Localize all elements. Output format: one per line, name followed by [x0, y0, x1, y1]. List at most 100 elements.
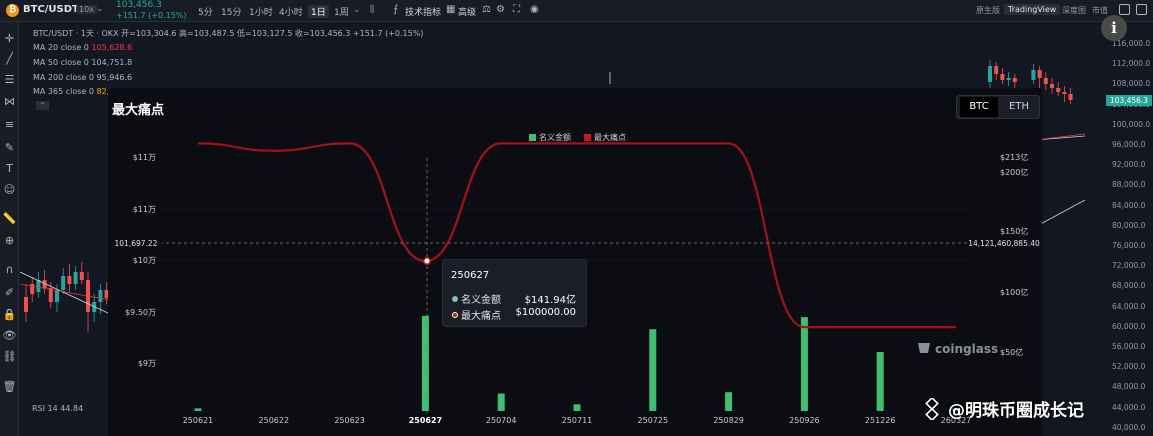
tooltip-value-maxpain: $100000.00	[515, 307, 576, 318]
y-right-tick: $100亿	[1000, 288, 1029, 297]
view-tab-native[interactable]: 原生版	[972, 4, 1004, 17]
window-restore-icon[interactable]	[1119, 4, 1130, 15]
price-axis-label: 92,000.0	[1112, 160, 1146, 170]
x-tick-250926: 250926	[789, 416, 820, 425]
candle-body	[1050, 84, 1054, 88]
x-tick-250711: 250711	[561, 416, 593, 425]
ma200-legend: MA 200 close 0 95,946.6	[33, 73, 132, 82]
view-tab-tradingview[interactable]: TradingView	[1004, 4, 1061, 15]
crosshair-icon[interactable]: ✛	[2, 32, 17, 45]
interval-1w[interactable]: 1周	[334, 5, 349, 18]
text-tool-icon[interactable]: T	[2, 162, 17, 175]
magnet-icon[interactable]: ∩	[2, 263, 17, 276]
candle-body	[1056, 88, 1061, 92]
crosshair-point	[423, 257, 431, 265]
interval-15m[interactable]: 15分	[221, 5, 241, 18]
last-price: 103,456.3	[116, 0, 162, 10]
leverage-badge[interactable]: 10x	[76, 5, 97, 14]
tooltip-label-maxpain: 最大痛点	[461, 311, 501, 322]
candle-type-icon[interactable]: ⫼	[370, 5, 374, 15]
ma200-value: 95,946.6	[96, 73, 133, 82]
price-axis-label: 68,000.0	[1112, 281, 1146, 291]
chevron-down-icon[interactable]: ⌄	[96, 4, 104, 14]
fullscreen-icon[interactable]: ⛶	[513, 4, 520, 15]
indicators-icon[interactable]: ⨍	[393, 4, 398, 15]
coinglass-logo-icon	[918, 343, 930, 353]
window-maximize-icon[interactable]	[1136, 4, 1147, 15]
x-tick-250627: 250627	[408, 416, 443, 425]
interval-4h[interactable]: 4小时	[279, 5, 303, 18]
notional-bars	[194, 315, 960, 411]
notional-bar-251226	[876, 352, 884, 411]
link-icon[interactable]: ⛓	[2, 350, 17, 363]
ma50-legend: MA 50 close 0 104,751.8	[33, 58, 132, 67]
candle-body	[24, 297, 28, 312]
ma365-legend: MA 365 close 0 82,0	[33, 87, 114, 96]
zoom-in-icon[interactable]: ⊕	[2, 234, 17, 247]
tooltip-dot-notional	[452, 296, 458, 302]
ma365-label: MA 365 close 0	[33, 87, 94, 96]
pattern-icon[interactable]: ⋈	[2, 95, 17, 108]
candle-body	[55, 290, 59, 302]
tooltip-date: 250627	[451, 270, 490, 281]
author-watermark: @明珠币圈成长记	[948, 401, 1084, 421]
price-axis-label: 108,000.0	[1112, 79, 1151, 89]
emoji-icon[interactable]: ☺	[2, 183, 17, 196]
eye-icon[interactable]: 👁	[2, 329, 17, 342]
price-axis-label: 48,000.0	[1112, 382, 1146, 392]
collapse-legend-chevron-icon[interactable]: ⌃	[36, 101, 49, 110]
advanced-button[interactable]: 高级	[458, 5, 476, 18]
price-axis-label: 44,000.0	[1112, 402, 1146, 412]
current-price-tag: 103,456.3	[1106, 95, 1152, 106]
indicators-button[interactable]: 技术指标	[405, 5, 441, 18]
lock-icon[interactable]: 🔒	[2, 308, 17, 321]
symbol-name[interactable]: BTC/USDT	[23, 4, 79, 15]
brush-icon[interactable]: ✎	[2, 141, 17, 154]
price-axis-label: 80,000.0	[1112, 220, 1146, 230]
more-intervals-chevron-icon[interactable]: ⌄	[353, 5, 361, 15]
ruler-icon[interactable]: 📏	[2, 212, 17, 225]
crosshair-value-label: 14,121,460,885.40	[968, 238, 1040, 249]
interval-1h[interactable]: 1小时	[249, 5, 273, 18]
candle-body	[1068, 94, 1073, 100]
info-icon[interactable]: i	[1101, 15, 1127, 41]
y-left-tick: $9万	[137, 359, 156, 368]
interval-1d[interactable]: 1日	[308, 5, 329, 18]
candle-body	[1037, 70, 1042, 78]
candle-body	[1031, 70, 1036, 80]
ma20-label: MA 20 close 0	[33, 43, 89, 52]
coinglass-watermark: coinglass	[935, 342, 999, 356]
x-tick-250622: 250622	[258, 416, 290, 425]
x-tick-250704: 250704	[485, 416, 517, 425]
lock-pen-icon[interactable]: ✐	[2, 286, 17, 299]
trend-line-icon[interactable]: ╱	[2, 52, 17, 65]
candle-body	[73, 272, 78, 284]
tooltip-value-notional: $141.94亿	[524, 295, 576, 306]
trash-icon[interactable]: 🗑	[2, 380, 17, 393]
interval-5m[interactable]: 5分	[198, 5, 213, 18]
y-left-tick: $10万	[132, 256, 156, 265]
horizontal-lines-icon[interactable]: ☰	[2, 73, 17, 86]
tooltip-label-notional: 名义金额	[461, 295, 501, 306]
ma20-legend: MA 20 close 0 105,628.6	[33, 43, 132, 52]
x-tick-250623: 250623	[334, 416, 365, 425]
ma200-label: MA 200 close 0	[33, 73, 94, 82]
settings-gear-icon[interactable]: ⚙	[496, 4, 505, 15]
fib-icon[interactable]: ≡	[2, 118, 17, 131]
compare-icon[interactable]: ⚖	[482, 4, 491, 15]
y-left-tick: $11万	[132, 205, 156, 214]
price-axis-label: 52,000.0	[1112, 362, 1146, 372]
screenshot-icon[interactable]: ◉	[530, 4, 539, 15]
ma50-label: MA 50 close 0	[33, 58, 89, 67]
price-axis-label: 56,000.0	[1112, 342, 1146, 351]
notional-bar-250711	[573, 404, 581, 411]
candle-body	[61, 276, 66, 290]
price-axis-label: 60,000.0	[1112, 321, 1146, 331]
view-tab-depth[interactable]: 深度图	[1058, 4, 1090, 17]
price-axis-label: 96,000.0	[1112, 140, 1146, 149]
candle-body	[1012, 78, 1017, 82]
candle-body	[1062, 92, 1067, 94]
ohlc-legend: BTC/USDT · 1天 · OKX 开=103,304.6 高=103,48…	[33, 29, 424, 38]
layout-grid-icon[interactable]: ▦	[446, 4, 455, 15]
y-right-tick: $150亿	[1000, 227, 1029, 236]
